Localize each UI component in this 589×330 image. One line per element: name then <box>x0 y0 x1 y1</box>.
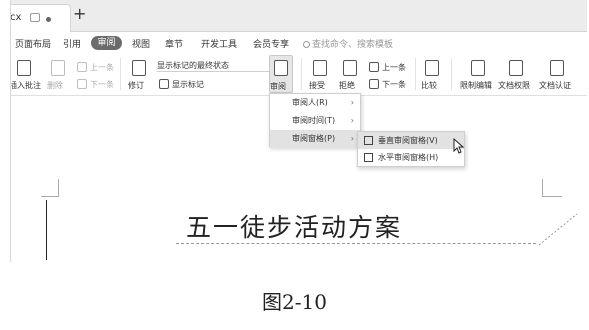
document-tab[interactable]: cx <box>10 4 71 32</box>
menu-item-review-time-label: 审阅时间(T) <box>292 116 336 125</box>
heading-underline <box>176 243 536 244</box>
chevron-right-icon: › <box>350 116 354 125</box>
menu-member[interactable]: 会员专享 <box>253 37 289 50</box>
chevron-right-icon: › <box>350 134 354 143</box>
show-markup-icon[interactable] <box>159 79 169 89</box>
markup-display-value: 显示标记的最终状态 <box>157 61 229 70</box>
menu-section[interactable]: 章节 <box>165 37 183 50</box>
menu-page-layout[interactable]: 页面布局 <box>15 37 51 50</box>
menu-references[interactable]: 引用 <box>63 37 81 50</box>
command-search[interactable]: 查找命令、搜索模板 <box>303 37 393 50</box>
next-change-label[interactable]: 下一条 <box>382 79 406 90</box>
accept-icon[interactable] <box>313 60 327 76</box>
doc-permission-label[interactable]: 文档权限 <box>498 80 530 91</box>
next-comment-icon <box>77 79 87 89</box>
horizontal-pane-icon <box>364 153 373 162</box>
menu-developer[interactable]: 开发工具 <box>201 37 237 50</box>
text-box-edge <box>539 213 578 246</box>
doc-permission-icon[interactable] <box>509 60 523 76</box>
ribbon-separator <box>301 58 302 90</box>
ribbon-separator <box>120 58 121 90</box>
ribbon-separator <box>451 58 452 90</box>
reject-icon[interactable] <box>343 60 357 76</box>
insert-comment-icon[interactable] <box>17 60 31 76</box>
menu-item-review-pane[interactable]: 审阅窗格(P) › <box>270 130 360 148</box>
review-button[interactable]: 审阅 <box>269 55 293 93</box>
review-dropdown-menu: 审阅人(R) › 审阅时间(T) › 审阅窗格(P) › <box>269 93 361 148</box>
prev-comment-icon <box>77 62 87 72</box>
margin-corner-mark <box>41 196 58 197</box>
menu-review[interactable]: 审阅 <box>91 36 122 50</box>
track-changes-icon[interactable] <box>132 60 146 76</box>
menu-item-horizontal-pane-label: 水平审阅窗格(H) <box>378 153 439 162</box>
margin-corner-mark <box>542 179 543 197</box>
next-comment-label: 下一条 <box>90 80 114 89</box>
margin-corner-mark <box>58 179 59 197</box>
menu-bar: 页面布局 引用 审阅 视图 章节 开发工具 会员专享 查找命令、搜索模板 <box>11 32 587 54</box>
document-tab-title: cx <box>10 12 22 23</box>
unsaved-dot-icon <box>46 17 51 22</box>
menu-item-reviewers[interactable]: 审阅人(R) › <box>270 94 360 112</box>
restrict-edit-label[interactable]: 限制编辑 <box>460 80 492 91</box>
restrict-edit-icon[interactable] <box>471 60 485 76</box>
next-change-icon[interactable] <box>369 79 379 89</box>
chevron-right-icon: › <box>350 98 354 107</box>
compare-label[interactable]: 比较 <box>421 80 437 91</box>
review-label: 审阅 <box>270 82 286 91</box>
mouse-pointer-icon <box>453 138 465 154</box>
menu-item-vertical-pane[interactable]: 垂直审阅窗格(V) <box>358 132 464 149</box>
margin-corner-mark <box>542 196 562 197</box>
review-ribbon: 插入批注 删除 上一条 下一条 修订 显示标记的最终状态 ▾ 显示标记 审阅 接… <box>11 54 587 96</box>
insert-comment-label[interactable]: 插入批注 <box>11 80 41 91</box>
prev-change-label[interactable]: 上一条 <box>382 62 406 73</box>
review-pane-submenu: 垂直审阅窗格(V) 水平审阅窗格(H) <box>357 131 465 167</box>
document-heading[interactable]: 五一徒步活动方案 <box>186 208 402 244</box>
reject-label[interactable]: 拒绝 <box>339 80 355 91</box>
delete-comment-icon <box>51 60 65 76</box>
tab-bar: cx + <box>11 0 587 32</box>
menu-item-review-pane-label: 审阅窗格(P) <box>292 134 336 143</box>
wps-writer-window: cx + 页面布局 引用 审阅 视图 章节 开发工具 会员专享 查找命令、搜索模… <box>10 0 587 262</box>
compare-icon[interactable] <box>425 60 439 76</box>
prev-change-icon[interactable] <box>369 62 379 72</box>
search-placeholder: 查找命令、搜索模板 <box>312 40 394 50</box>
menu-item-vertical-pane-label: 垂直审阅窗格(V) <box>378 136 438 145</box>
accept-label[interactable]: 接受 <box>309 80 325 91</box>
new-tab-button[interactable]: + <box>73 4 86 23</box>
ribbon-separator <box>415 58 416 90</box>
search-icon <box>303 41 310 48</box>
doc-certify-label[interactable]: 文档认证 <box>539 80 571 91</box>
menu-view[interactable]: 视图 <box>132 37 150 50</box>
track-changes-label[interactable]: 修订 <box>128 80 144 91</box>
screen-icon[interactable] <box>30 13 40 22</box>
figure-caption: 图2-10 <box>262 290 327 314</box>
menu-item-horizontal-pane[interactable]: 水平审阅窗格(H) <box>358 149 464 166</box>
prev-comment-label: 上一条 <box>90 63 114 72</box>
doc-certify-icon[interactable] <box>550 60 564 76</box>
text-caret <box>46 200 47 260</box>
markup-display-select[interactable]: 显示标记的最终状态 ▾ <box>157 60 275 72</box>
menu-item-reviewers-label: 审阅人(R) <box>292 98 328 107</box>
menu-item-review-time[interactable]: 审阅时间(T) › <box>270 112 360 130</box>
vertical-pane-icon <box>364 136 373 145</box>
review-pane-icon <box>274 60 288 76</box>
show-markup-label[interactable]: 显示标记 <box>172 79 204 90</box>
delete-comment-label: 删除 <box>47 81 63 90</box>
